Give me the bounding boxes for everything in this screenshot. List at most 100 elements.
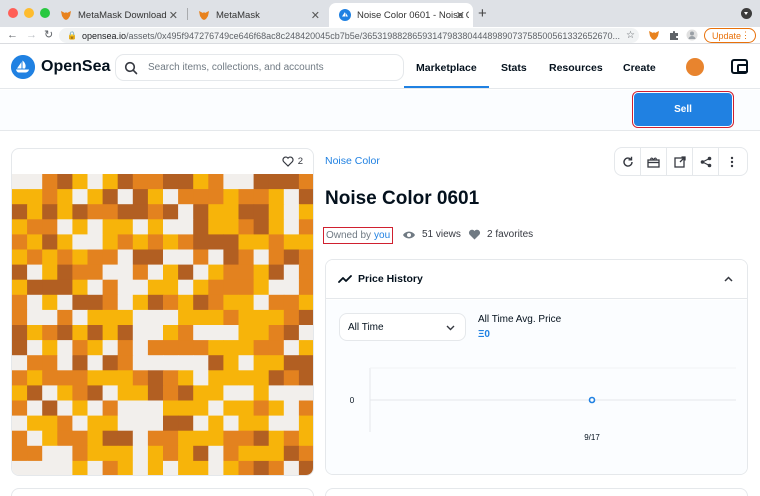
collection-link[interactable]: Noise Color [325, 155, 380, 167]
nft-pixel [283, 340, 300, 356]
nft-pixel [253, 370, 270, 386]
update-button[interactable]: Update ⋮ [704, 28, 756, 43]
forward-arrow-icon[interactable]: → [26, 27, 37, 44]
nft-pixel [57, 249, 73, 266]
sell-button[interactable]: Sell [632, 91, 734, 128]
nft-pixel [147, 294, 164, 311]
nft-pixel [27, 264, 43, 281]
opensea-logo-icon[interactable] [11, 55, 35, 79]
nft-pixel [223, 400, 239, 417]
nav-marketplace[interactable]: Marketplace [416, 62, 477, 74]
extensions-puzzle-icon[interactable] [668, 29, 680, 41]
nft-pixel [193, 279, 209, 296]
nft-pixel [72, 309, 88, 326]
chevron-up-icon[interactable] [724, 276, 733, 282]
close-icon[interactable]: ✕ [169, 9, 178, 22]
avg-price-value: Ξ0 [478, 329, 490, 340]
nft-pixel [42, 264, 58, 281]
nft-pixel [102, 355, 119, 371]
wallet-icon[interactable] [731, 59, 748, 74]
nft-pixel [117, 430, 134, 447]
nft-pixel [57, 400, 73, 417]
nav-stats[interactable]: Stats [501, 62, 527, 74]
open-external-button[interactable] [667, 148, 693, 175]
nft-pixel [208, 460, 224, 475]
tab-title: MetaMask Download [78, 9, 167, 21]
nft-pixel [87, 385, 104, 401]
profile-avatar-icon[interactable] [686, 29, 698, 41]
nft-image[interactable] [12, 174, 314, 476]
nft-pixel [298, 264, 313, 281]
nft-pixel [147, 189, 164, 205]
nft-pixel [283, 174, 300, 190]
nft-pixel [57, 355, 73, 371]
nft-pixel [178, 355, 194, 371]
new-tab-button[interactable]: + [478, 5, 487, 22]
nft-pixel [27, 445, 43, 462]
nft-pixel [57, 189, 73, 205]
nft-pixel [102, 219, 119, 235]
reload-icon[interactable]: ↻ [44, 27, 53, 44]
tab-noise-color[interactable]: Noise Color 0601 - Noise Colo ✕ [329, 3, 473, 27]
window-zoom-dot[interactable] [40, 8, 50, 18]
close-icon[interactable]: ✕ [456, 9, 465, 22]
nft-pixel [193, 189, 209, 205]
time-range-value: All Time [348, 321, 384, 333]
nft-pixel [298, 370, 313, 386]
nft-pixel [102, 415, 119, 432]
nft-pixel [253, 189, 270, 205]
nft-pixel [132, 204, 149, 220]
transfer-button[interactable] [641, 148, 667, 175]
nav-create[interactable]: Create [623, 62, 656, 74]
metamask-extension-icon[interactable] [648, 29, 660, 41]
search-input[interactable] [148, 62, 388, 73]
nft-pixel [178, 340, 194, 356]
bookmark-star-icon[interactable]: ☆ [626, 27, 635, 44]
nft-pixel [12, 430, 28, 447]
nft-pixel [298, 189, 313, 205]
tab-metamask-download[interactable]: MetaMask Download ✕ [50, 3, 186, 27]
favorite-toggle[interactable]: 2 [12, 149, 313, 173]
nft-pixel [193, 370, 209, 386]
time-range-select[interactable]: All Time [339, 313, 466, 341]
search-box[interactable] [115, 54, 404, 81]
owner-link[interactable]: you [374, 230, 390, 241]
nft-pixel [193, 385, 209, 401]
tab-search-icon[interactable] [741, 8, 752, 19]
share-button[interactable] [693, 148, 719, 175]
window-close-dot[interactable] [8, 8, 18, 18]
nft-pixel [12, 445, 28, 462]
nft-pixel [42, 219, 58, 235]
close-icon[interactable]: ✕ [311, 9, 320, 22]
nft-pixel [12, 204, 28, 220]
heart-icon [468, 229, 481, 240]
views-text: 51 views [422, 229, 461, 240]
nft-pixel [178, 430, 194, 447]
nft-pixel [193, 445, 209, 462]
profile-avatar[interactable] [686, 58, 704, 76]
more-options-button[interactable] [719, 148, 745, 175]
nft-pixel [102, 460, 119, 475]
lock-icon: 🔒 [67, 31, 77, 40]
back-arrow-icon[interactable]: ← [7, 27, 18, 44]
nft-pixel [253, 234, 270, 250]
nft-pixel [253, 400, 270, 417]
tab-metamask[interactable]: MetaMask ✕ [188, 3, 328, 27]
nft-pixel [298, 430, 313, 447]
nft-pixel [283, 400, 300, 417]
nft-pixel [238, 204, 255, 220]
refresh-button[interactable] [615, 148, 641, 175]
address-bar[interactable]: 🔒 opensea.io /assets/0x495f947276749ce64… [59, 28, 639, 43]
nft-pixel [87, 460, 104, 475]
nav-resources[interactable]: Resources [549, 62, 603, 74]
nft-pixel [102, 340, 119, 356]
price-history-header[interactable]: Price History [326, 260, 747, 299]
brand-name[interactable]: OpenSea [41, 58, 110, 76]
nft-pixel [27, 249, 43, 266]
nft-pixel [238, 370, 255, 386]
nft-pixel [163, 370, 179, 386]
nft-pixel [283, 370, 300, 386]
window-minimize-dot[interactable] [24, 8, 34, 18]
nft-pixel [283, 385, 300, 401]
nft-pixel [238, 264, 255, 281]
